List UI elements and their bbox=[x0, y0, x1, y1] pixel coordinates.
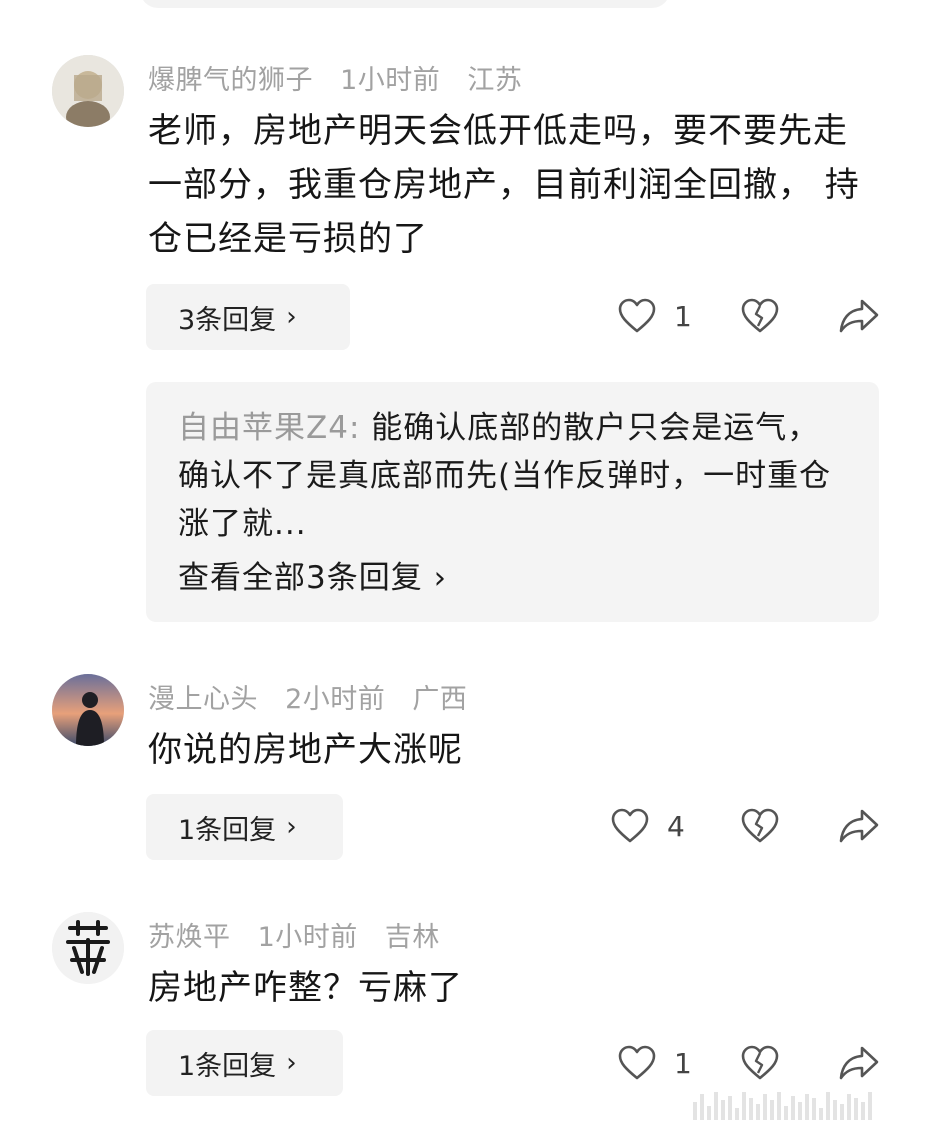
comment-text: 你说的房地产大涨呢 bbox=[148, 730, 463, 770]
comment-meta: 爆脾气的狮子 1小时前 江苏 bbox=[148, 58, 540, 97]
avatar-image bbox=[52, 674, 124, 746]
avatar[interactable] bbox=[52, 912, 124, 984]
view-all-replies-link[interactable]: 查看全部3条回复 › bbox=[178, 554, 847, 602]
comment-location: 江苏 bbox=[467, 65, 523, 96]
share-button[interactable] bbox=[838, 298, 880, 334]
comment-time: 1小时前 bbox=[257, 922, 358, 953]
view-replies-button[interactable]: 3条回复 › bbox=[146, 284, 350, 350]
broken-heart-icon bbox=[741, 1045, 779, 1080]
chevron-right-icon: › bbox=[286, 812, 297, 842]
reply-count-label: 1条回复 bbox=[178, 814, 277, 846]
author-name[interactable]: 漫上心头 bbox=[148, 684, 258, 715]
broken-heart-icon bbox=[741, 298, 779, 333]
like-count: 1 bbox=[674, 299, 692, 333]
reply-preview[interactable]: 自由苹果Z4: 能确认底部的散户只会是运气，确认不了是真底部而先(当作反弹时，一… bbox=[146, 382, 879, 622]
comment-location: 吉林 bbox=[384, 922, 440, 953]
chevron-right-icon: › bbox=[433, 560, 447, 596]
share-button[interactable] bbox=[838, 1045, 880, 1081]
avatar-image bbox=[52, 55, 124, 127]
comment-meta: 苏焕平 1小时前 吉林 bbox=[148, 915, 458, 954]
dislike-button[interactable] bbox=[741, 808, 779, 844]
comment-meta: 漫上心头 2小时前 广西 bbox=[148, 677, 485, 716]
reply-count-label: 1条回复 bbox=[178, 1050, 277, 1082]
comment-text: 房地产咋整？亏麻了 bbox=[148, 968, 463, 1008]
author-name[interactable]: 爆脾气的狮子 bbox=[148, 65, 313, 96]
share-button[interactable] bbox=[838, 808, 880, 844]
share-icon bbox=[839, 809, 879, 843]
view-replies-button[interactable]: 1条回复 › bbox=[146, 1030, 343, 1096]
avatar[interactable] bbox=[52, 55, 124, 127]
comment-text: 老师，房地产明天会低开低走吗，要不要先走一部分，我重仓房地产，目前利润全回撤， … bbox=[148, 111, 860, 259]
dislike-button[interactable] bbox=[741, 298, 779, 334]
share-icon bbox=[839, 299, 879, 333]
reply-preview-text: 自由苹果Z4: 能确认底部的散户只会是运气，确认不了是真底部而先(当作反弹时，一… bbox=[178, 404, 847, 548]
reply-count-label: 3条回复 bbox=[178, 304, 277, 336]
heart-icon bbox=[618, 1045, 656, 1080]
avatar[interactable] bbox=[52, 674, 124, 746]
broken-heart-icon bbox=[741, 808, 779, 843]
chevron-right-icon: › bbox=[286, 302, 297, 332]
like-count: 4 bbox=[667, 809, 685, 843]
dislike-button[interactable] bbox=[741, 1045, 779, 1081]
view-replies-button[interactable]: 1条回复 › bbox=[146, 794, 343, 860]
heart-icon bbox=[618, 298, 656, 333]
view-all-label: 查看全部3条回复 bbox=[178, 560, 423, 596]
watermark bbox=[693, 1090, 913, 1120]
author-name[interactable]: 苏焕平 bbox=[148, 922, 231, 953]
comment-time: 2小时前 bbox=[285, 684, 386, 715]
share-icon bbox=[839, 1046, 879, 1080]
reply-author[interactable]: 自由苹果Z4: bbox=[178, 410, 360, 446]
avatar-image bbox=[52, 912, 124, 984]
like-count: 1 bbox=[674, 1046, 692, 1080]
like-button[interactable]: 1 bbox=[618, 1045, 692, 1081]
comment-location: 广西 bbox=[412, 684, 468, 715]
chevron-right-icon: › bbox=[286, 1048, 297, 1078]
heart-icon bbox=[611, 808, 649, 843]
previous-comment-bar bbox=[140, 0, 670, 8]
like-button[interactable]: 1 bbox=[618, 298, 692, 334]
comment-time: 1小时前 bbox=[340, 65, 441, 96]
like-button[interactable]: 4 bbox=[611, 808, 685, 844]
